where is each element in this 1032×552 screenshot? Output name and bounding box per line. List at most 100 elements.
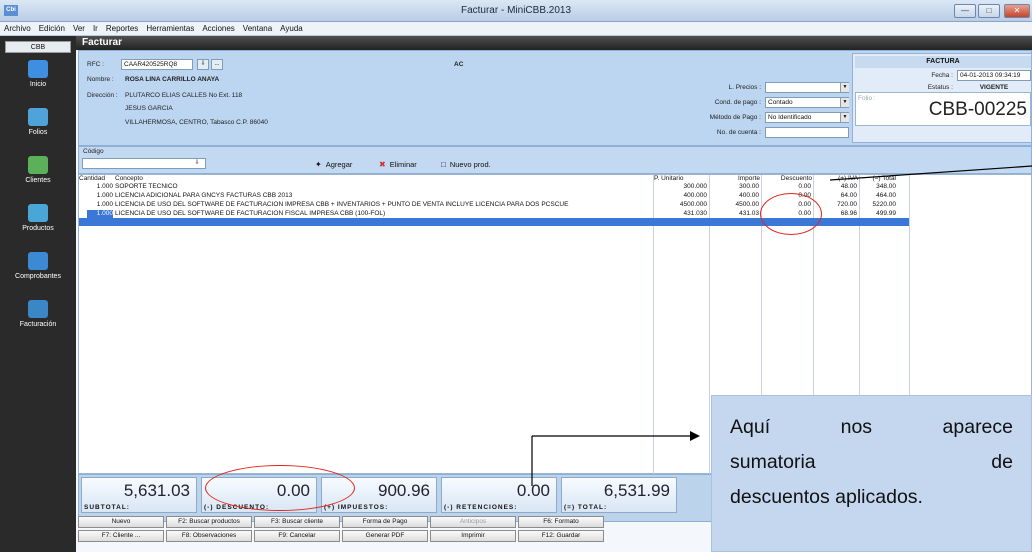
add-button[interactable]: ✦ Agregar	[315, 160, 352, 169]
total-label: (=) TOTAL:	[564, 504, 608, 511]
rfc-search-button[interactable]: ...	[211, 59, 223, 70]
close-button[interactable]: ✕	[1004, 4, 1030, 18]
menu-ir[interactable]: Ir	[89, 22, 102, 33]
folio-label: Folio :	[858, 95, 876, 102]
menu-acciones[interactable]: Acciones	[198, 22, 238, 33]
sidebar-item-productos[interactable]: Productos	[0, 204, 76, 232]
receipts-icon	[28, 252, 48, 270]
download-icon[interactable]: ⇩	[191, 159, 203, 170]
sidebar-item-label: Folios	[28, 129, 48, 136]
payment-method-label: Método de Pago :	[709, 114, 761, 121]
callout-line-2: sumatoria de	[730, 451, 1013, 473]
callout-line-3: descuentos aplicados.	[730, 486, 923, 508]
subtotal-box: 5,631.03 SUBTOTAL:	[81, 477, 197, 513]
advances-button[interactable]: Anticipos	[430, 516, 516, 528]
folio-number: CBB-00225	[928, 99, 1027, 120]
date-label: Fecha :	[931, 72, 953, 79]
sidebar-item-label: Productos	[22, 225, 54, 232]
price-list-select[interactable]	[765, 82, 849, 93]
sidebar-item-label: Comprobantes	[15, 273, 61, 280]
payment-terms-select[interactable]: Contado	[765, 97, 849, 108]
menu-ayuda[interactable]: Ayuda	[276, 22, 307, 33]
minimize-button[interactable]: —	[954, 4, 976, 18]
rfc-download-button[interactable]: ⇩	[197, 59, 209, 70]
add-button-label: Agregar	[325, 160, 353, 169]
menu-ver[interactable]: Ver	[69, 22, 89, 33]
address-line-3: VILLAHERMOSA, CENTRO, Tabasco C.P. 86040	[125, 119, 268, 126]
folios-icon	[28, 108, 48, 126]
new-document-icon: □	[441, 160, 446, 169]
discount-total-highlight	[205, 465, 355, 511]
cancel-button[interactable]: F9: Cancelar	[254, 530, 340, 542]
price-list-label: L. Precios :	[728, 84, 761, 91]
save-button[interactable]: F12: Guardar	[518, 530, 604, 542]
window-title: Facturar - MiniCBB.2013	[460, 5, 572, 16]
observations-button[interactable]: F8: Observaciones	[166, 530, 252, 542]
discount-column-highlight	[760, 193, 822, 235]
regime-label: AC	[454, 61, 464, 68]
new-product-button[interactable]: □ Nuevo prod.	[441, 160, 491, 169]
taxes-label: (+) IMPUESTOS:	[324, 504, 389, 511]
clients-icon	[28, 156, 48, 174]
sidebar-item-inicio[interactable]: Inicio	[0, 60, 76, 88]
home-icon	[28, 60, 48, 78]
folio-box: Folio : CBB-00225	[855, 92, 1031, 126]
menu-edicion[interactable]: Edición	[35, 22, 69, 33]
withholding-box: 0.00 (-) RETENCIONES:	[441, 477, 557, 513]
status-badge: VIGENTE	[979, 84, 1009, 91]
payment-terms-label: Cond. de pago :	[714, 99, 761, 106]
sidebar-item-facturacion[interactable]: Facturación	[0, 300, 76, 328]
sidebar-item-label: Clientes	[25, 177, 51, 184]
code-label: Código	[83, 148, 104, 155]
sidebar-item-label: Inicio	[29, 81, 47, 88]
address-line-2: JESUS GARCIA	[125, 105, 173, 112]
maximize-button[interactable]: □	[978, 4, 1000, 18]
search-products-button[interactable]: F2: Buscar productos	[166, 516, 252, 528]
format-button[interactable]: F6: Formato	[518, 516, 604, 528]
sidebar-item-comprobantes[interactable]: Comprobantes	[0, 252, 76, 280]
new-button[interactable]: Nuevo	[78, 516, 164, 528]
chevron-down-icon[interactable]: ▼	[840, 83, 849, 92]
search-client-button[interactable]: F3: Buscar cliente	[254, 516, 340, 528]
client-button[interactable]: F7: Cliente ...	[78, 530, 164, 542]
total-value: 6,531.99	[603, 481, 670, 500]
new-product-label: Nuevo prod.	[449, 160, 491, 169]
address-label: Dirección :	[87, 92, 118, 99]
menu-reportes[interactable]: Reportes	[102, 22, 142, 33]
rfc-label: RFC :	[87, 61, 104, 68]
generate-pdf-button[interactable]: Generar PDF	[342, 530, 428, 542]
status-label: Estatus :	[927, 84, 953, 91]
invoice-icon	[28, 300, 48, 318]
window-titlebar: Cbi Facturar - MiniCBB.2013 — □ ✕	[0, 0, 1032, 22]
sidebar-item-label: Facturación	[19, 321, 57, 328]
form-title: Facturar	[76, 36, 1032, 50]
invoice-heading: FACTURA	[855, 56, 1031, 68]
invoice-box: FACTURA Fecha : 04-01-2013 09:34:19 Esta…	[852, 53, 1032, 143]
client-name: ROSA LINA CARRILLO ANAYA	[125, 76, 220, 83]
menu-archivo[interactable]: Archivo	[0, 22, 35, 33]
sidebar-item-clientes[interactable]: Clientes	[0, 156, 76, 184]
menu-ventana[interactable]: Ventana	[239, 22, 276, 33]
total-box: 6,531.99 (=) TOTAL:	[561, 477, 677, 513]
name-label: Nombre :	[87, 76, 114, 83]
address-line-1: PLUTARCO ELIAS CALLES No Ext. 118	[125, 92, 243, 99]
sidebar: CBB Inicio Folios Clientes Productos Com…	[0, 36, 76, 552]
print-button[interactable]: Imprimir	[430, 530, 516, 542]
delete-button[interactable]: ✖ Eliminar	[379, 160, 417, 169]
subtotal-value: 5,631.03	[123, 481, 190, 500]
menu-herramientas[interactable]: Herramientas	[142, 22, 198, 33]
chevron-down-icon[interactable]: ▼	[840, 113, 849, 122]
payment-method-select[interactable]: No Identificado	[765, 112, 849, 123]
rfc-field[interactable]: CAAR420525RQ8	[121, 59, 193, 70]
client-header: RFC : CAAR420525RQ8 ⇩ ... AC Nombre : RO…	[78, 50, 1032, 146]
add-icon: ✦	[315, 160, 322, 169]
payment-form-button[interactable]: Forma de Pago	[342, 516, 428, 528]
account-label: No. de cuenta :	[716, 129, 761, 136]
explanatory-callout: Aquí nos aparece sumatoria de descuentos…	[711, 395, 1032, 552]
date-field: 04-01-2013 09:34:19	[957, 70, 1031, 81]
products-icon	[28, 204, 48, 222]
sidebar-item-folios[interactable]: Folios	[0, 108, 76, 136]
account-field[interactable]	[765, 127, 849, 138]
code-input[interactable]	[82, 158, 206, 169]
chevron-down-icon[interactable]: ▼	[840, 98, 849, 107]
